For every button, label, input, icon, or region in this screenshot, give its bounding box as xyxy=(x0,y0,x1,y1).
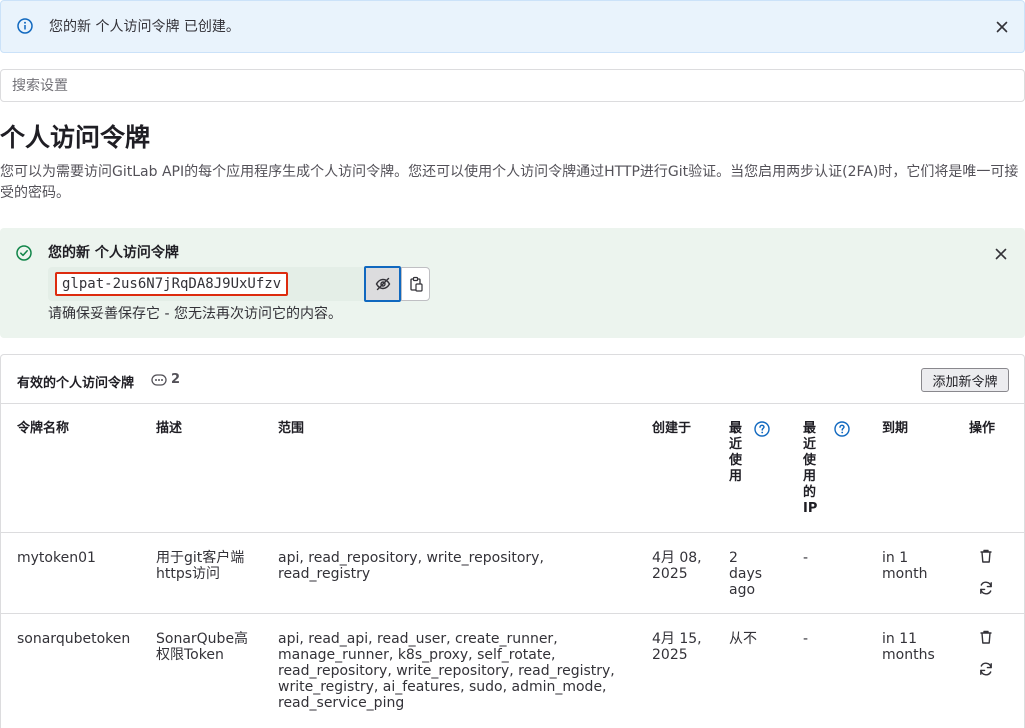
token-expires: in 1 month xyxy=(882,550,928,582)
card-header: 有效的个人访问令牌 2 添加新令牌 xyxy=(1,355,1024,404)
toggle-visibility-button[interactable] xyxy=(364,266,401,302)
token-scopes: api, read_repository, write_repository, … xyxy=(278,550,544,582)
close-icon[interactable] xyxy=(993,246,1009,262)
col-scopes: 范围 xyxy=(278,421,305,436)
token-name: sonarqubetoken xyxy=(17,631,131,647)
token-count-icon xyxy=(151,374,167,386)
token-description: SonarQube高权限Token xyxy=(156,631,249,663)
page-title: 个人访问令牌 xyxy=(0,123,151,152)
token-last-used: 2 days ago xyxy=(729,550,763,598)
active-tokens-card: 有效的个人访问令牌 2 添加新令牌 令牌名称 描述 范围 创建于 最近使用 最近… xyxy=(0,354,1025,728)
alert-message: 您的新 个人访问令牌 已创建。 xyxy=(49,19,240,35)
token-value[interactable]: glpat-2us6N7jRqDA8J9UxUfzv xyxy=(55,272,289,296)
rotate-icon[interactable] xyxy=(978,580,994,596)
table-row-divider xyxy=(1,613,1024,614)
token-last-used: 从不 xyxy=(729,631,757,647)
col-expires: 到期 xyxy=(882,421,909,436)
token-created: 4月 15, 2025 xyxy=(652,631,702,663)
new-token-alert: 您的新 个人访问令牌 glpat-2us6N7jRqDA8J9UxUfzv 请确… xyxy=(0,228,1025,338)
table-row-divider xyxy=(1,532,1024,533)
page-description: 您可以为需要访问GitLab API的每个应用程序生成个人访问令牌。您还可以使用… xyxy=(0,164,1019,201)
add-new-token-button[interactable]: 添加新令牌 xyxy=(921,368,1009,392)
token-name: mytoken01 xyxy=(17,550,96,566)
info-circle-icon xyxy=(17,18,33,34)
eye-slash-icon xyxy=(375,277,391,291)
rotate-icon[interactable] xyxy=(978,661,994,677)
close-icon[interactable] xyxy=(994,19,1010,35)
copy-token-button[interactable] xyxy=(401,267,430,301)
col-last-used: 最近使用 xyxy=(729,421,743,484)
question-circle-icon[interactable] xyxy=(834,421,850,437)
col-last-used-ip: 最近使用的IP xyxy=(803,421,818,516)
col-created: 创建于 xyxy=(652,421,692,436)
card-title: 有效的个人访问令牌 xyxy=(17,376,135,391)
token-field[interactable]: glpat-2us6N7jRqDA8J9UxUfzv xyxy=(48,267,364,301)
token-created-alert: 您的新 个人访问令牌 已创建。 xyxy=(0,0,1025,53)
trash-icon[interactable] xyxy=(978,629,994,645)
col-description: 描述 xyxy=(156,421,183,436)
token-save-note: 请确保妥善保存它 - 您无法再次访问它的内容。 xyxy=(48,306,342,322)
trash-icon[interactable] xyxy=(978,548,994,564)
clipboard-icon xyxy=(410,276,423,292)
col-token-name: 令牌名称 xyxy=(17,421,70,436)
token-expires: in 11 months xyxy=(882,631,935,663)
token-count: 2 xyxy=(171,372,181,387)
token-created: 4月 08, 2025 xyxy=(652,550,702,582)
token-description: 用于git客户端https访问 xyxy=(156,550,245,582)
search-settings-input[interactable] xyxy=(0,69,1025,102)
question-circle-icon[interactable] xyxy=(754,421,770,437)
token-last-used-ip: - xyxy=(803,631,809,647)
token-last-used-ip: - xyxy=(803,550,809,566)
col-actions: 操作 xyxy=(969,421,996,436)
token-scopes: api, read_api, read_user, create_runner,… xyxy=(278,631,615,711)
new-token-title: 您的新 个人访问令牌 xyxy=(48,245,179,261)
check-circle-icon xyxy=(16,245,32,261)
